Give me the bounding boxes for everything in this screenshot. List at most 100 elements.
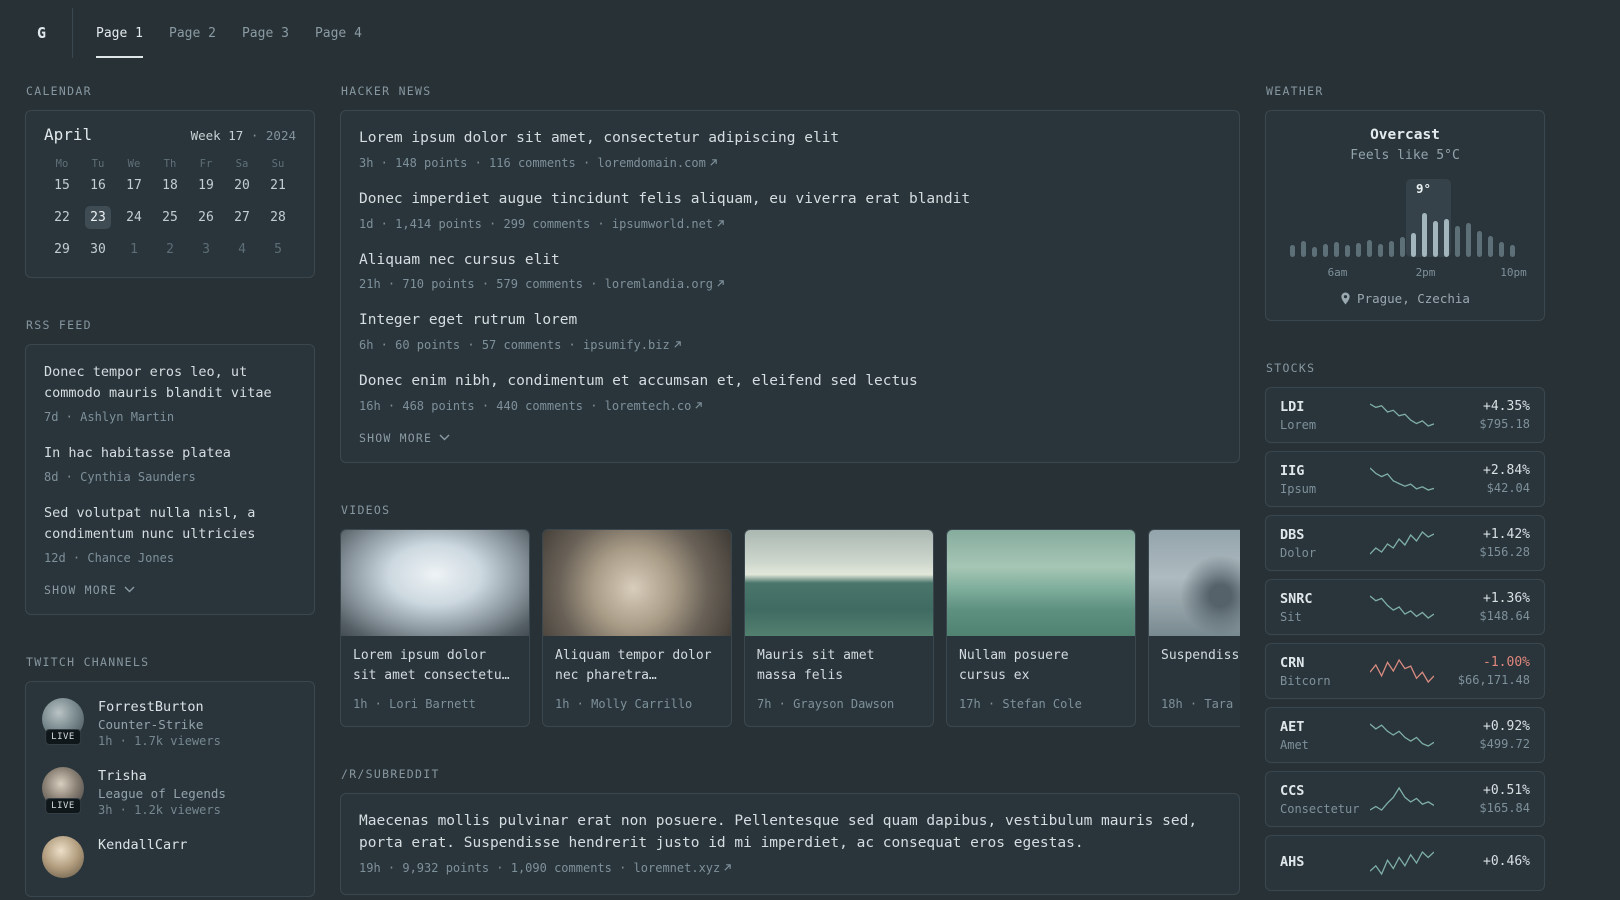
calendar-day: 19 [198, 178, 214, 193]
feed-item-title[interactable]: Lorem ipsum dolor sit amet, consectetur … [359, 128, 1221, 150]
video-card[interactable]: Lorem ipsum dolor sit amet consectetu… 1… [340, 528, 530, 728]
page-tab[interactable]: Page 4 [315, 8, 362, 58]
stock-sparkline [1370, 850, 1434, 876]
video-card[interactable]: Nullam posuere cursus ex 17h · Stefan Co… [946, 528, 1136, 728]
rss-item-title[interactable]: In hac habitasse platea [44, 443, 296, 464]
channel-category: Counter-Strike [98, 716, 204, 732]
channel-category: League of Legends [98, 785, 226, 801]
weather-hour-bar [1333, 242, 1339, 257]
stock-row[interactable]: DBS Dolor +1.42% $156.28 [1265, 515, 1545, 571]
feed-item-title[interactable]: Maecenas mollis pulvinar erat non posuer… [359, 811, 1221, 855]
stock-row[interactable]: CCS Consectetur +0.51% $165.84 [1265, 771, 1545, 827]
feed-item-title[interactable]: Donec imperdiet augue tincidunt felis al… [359, 189, 1221, 211]
video-body: Aliquam tempor dolor nec pharetra… 1h · … [543, 636, 731, 726]
weather-time-label: 6am [1327, 266, 1348, 279]
video-meta: 1h · Lori Barnett [353, 697, 476, 712]
calendar-day-header: We [127, 158, 141, 170]
video-title: Aliquam tempor dolor nec pharetra… [555, 647, 712, 683]
feed-item-title[interactable]: Aliquam nec cursus elit [359, 250, 1221, 272]
calendar-week-label: Week 17 [190, 128, 244, 143]
weather-hour-bar [1366, 240, 1372, 257]
calendar-day-header: Fr [199, 158, 213, 170]
weather-hour-bar [1410, 233, 1416, 257]
stock-row[interactable]: IIG Ipsum +2.84% $42.04 [1265, 451, 1545, 507]
subreddit-widget: /R/SUBREDDIT Maecenas mollis pulvinar er… [340, 767, 1240, 895]
calendar-day-header: Su [271, 158, 285, 170]
stock-sparkline [1370, 786, 1434, 812]
feed-item: Donec imperdiet augue tincidunt felis al… [359, 189, 1221, 233]
stock-row[interactable]: AET Amet +0.92% $499.72 [1265, 707, 1545, 763]
calendar-section-title: CALENDAR [26, 84, 92, 98]
video-meta: 17h · Stefan Cole [959, 697, 1082, 712]
video-carousel[interactable]: Lorem ipsum dolor sit amet consectetu… 1… [340, 528, 1240, 728]
stock-symbol: DBS [1280, 526, 1305, 543]
stock-price: $156.28 [1479, 545, 1530, 559]
stock-identity: LDI Lorem [1280, 399, 1370, 432]
video-meta: 18h · Tara [1161, 696, 1234, 711]
feed-item-domain-link[interactable]: loremdomain.com [597, 156, 717, 170]
feed-item-domain-link[interactable]: ipsumworld.net [612, 217, 725, 231]
twitch-channel-row[interactable]: LIVE Trisha League of Legends 3h · 1.2k … [42, 766, 298, 817]
stock-row[interactable]: CRN Bitcorn -1.00% $66,171.48 [1265, 643, 1545, 699]
calendar-day-header: Th [163, 158, 177, 170]
video-body: Nullam posuere cursus ex 17h · Stefan Co… [947, 636, 1135, 726]
weather-widget: WEATHER Overcast Feels like 5°C 9° 6am 2p… [1265, 84, 1545, 321]
rss-item-title[interactable]: Donec tempor eros leo, ut commodo mauris… [44, 362, 296, 404]
page-tab[interactable]: Page 2 [169, 8, 216, 58]
twitch-channel-row[interactable]: LIVE ForrestBurton Counter-Strike 1h · 1… [42, 697, 298, 748]
page-tab[interactable]: Page 1 [96, 8, 143, 58]
feed-item-meta: 1d · 1,414 points · 299 comments · ipsum… [359, 215, 1221, 233]
weather-hour-bar [1344, 245, 1350, 257]
feed-item-title[interactable]: Integer eget rutrum lorem [359, 310, 1221, 332]
feed-item-domain-link[interactable]: loremnet.xyz [634, 861, 733, 875]
video-title: Suspendisse diam [1161, 647, 1240, 663]
stock-row[interactable]: LDI Lorem +4.35% $795.18 [1265, 387, 1545, 443]
weather-hour-bar [1421, 213, 1427, 257]
weather-section-title: WEATHER [1266, 84, 1324, 98]
stock-row[interactable]: AHS +0.46% [1265, 835, 1545, 891]
stock-symbol: CCS [1280, 782, 1305, 799]
rss-item-title[interactable]: Sed volutpat nulla nisl, a condimentum n… [44, 503, 296, 545]
calendar-day: 3 [202, 242, 210, 257]
stock-identity: DBS Dolor [1280, 527, 1370, 560]
weather-hour-bar [1377, 244, 1383, 257]
video-body: Suspendisse diam 18h · Tara [1149, 636, 1240, 726]
video-card[interactable]: Aliquam tempor dolor nec pharetra… 1h · … [542, 528, 732, 728]
rss-show-more-button[interactable]: SHOW MORE [44, 583, 135, 597]
videos-widget: VIDEOS Lorem ipsum dolor sit amet consec… [340, 503, 1240, 728]
stock-price: $42.04 [1486, 481, 1530, 495]
feed-item-title[interactable]: Donec enim nibh, condimentum et accumsan… [359, 371, 1221, 393]
feed-item-domain-link[interactable]: ipsumify.biz [583, 338, 682, 352]
stock-change: +4.35% [1483, 399, 1530, 414]
video-thumbnail [1149, 529, 1240, 636]
calendar-day: 21 [270, 178, 286, 193]
app-logo[interactable]: G [25, 8, 74, 58]
location-pin-icon [1341, 292, 1350, 305]
stock-change: +2.84% [1483, 463, 1530, 478]
calendar-day: 30 [90, 242, 106, 257]
stock-row[interactable]: SNRC Sit +1.36% $148.64 [1265, 579, 1545, 635]
channel-name: KendallCarr [98, 836, 188, 853]
external-link-icon [673, 336, 682, 354]
twitch-channel-row[interactable]: LIVE KendallCarr [42, 835, 298, 878]
feed-item: Integer eget rutrum lorem 6h · 60 points… [359, 310, 1221, 354]
feed-item-meta: 21h · 710 points · 579 comments · loreml… [359, 275, 1221, 293]
feed-item-domain-link[interactable]: loremlandia.org [605, 277, 725, 291]
video-card[interactable]: Suspendisse diam 18h · Tara [1148, 528, 1240, 728]
subreddit-section-title: /R/SUBREDDIT [341, 767, 440, 782]
weather-bars [1289, 211, 1515, 257]
stock-change: +0.46% [1483, 854, 1530, 869]
weather-hour-bar [1311, 247, 1317, 257]
chevron-down-icon [439, 434, 450, 441]
hackernews-show-more-button[interactable]: SHOW MORE [359, 431, 450, 445]
feed-item-meta-text: 16h · 468 points · 440 comments · [359, 398, 605, 413]
stock-name: Amet [1280, 737, 1309, 752]
weather-location-text: Prague, Czechia [1357, 291, 1470, 306]
stock-change: +0.92% [1483, 719, 1530, 734]
feed-item-domain-link[interactable]: loremtech.co [605, 399, 704, 413]
stock-values: +4.35% $795.18 [1434, 399, 1530, 431]
weather-location: Prague, Czechia [1282, 291, 1528, 306]
page-tab[interactable]: Page 3 [242, 8, 289, 58]
video-card[interactable]: Mauris sit amet massa felis 7h · Grayson… [744, 528, 934, 728]
external-link-icon [723, 859, 732, 877]
